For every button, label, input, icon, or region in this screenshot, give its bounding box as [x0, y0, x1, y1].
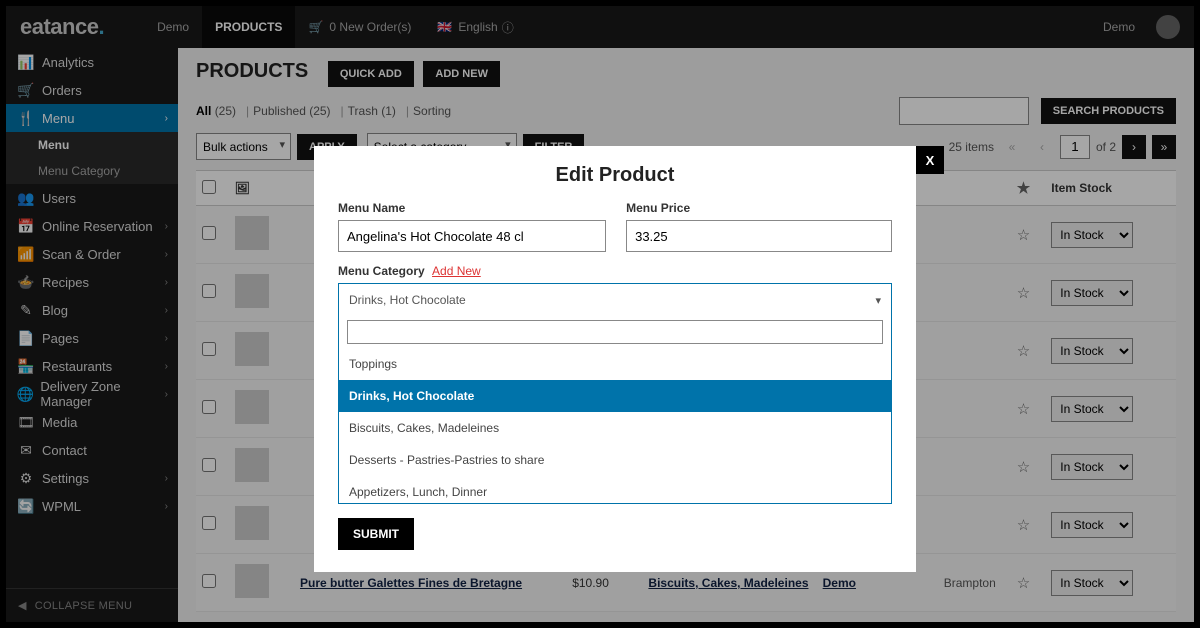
menu-name-label: Menu Name: [338, 201, 606, 215]
modal-title: Edit Product: [338, 164, 892, 187]
category-option[interactable]: Biscuits, Cakes, Madeleines: [339, 412, 891, 444]
submit-button[interactable]: SUBMIT: [338, 518, 414, 550]
menu-category-label: Menu Category Add New: [338, 264, 892, 278]
edit-product-modal: X Edit Product Menu Name Menu Price Menu…: [314, 146, 916, 572]
add-new-category-link[interactable]: Add New: [432, 264, 481, 278]
category-combobox-head[interactable]: Drinks, Hot Chocolate▾: [339, 284, 891, 316]
category-option[interactable]: Toppings: [339, 348, 891, 380]
menu-name-input[interactable]: [338, 220, 606, 252]
category-combobox[interactable]: Drinks, Hot Chocolate▾ ToppingsDrinks, H…: [338, 283, 892, 504]
category-option[interactable]: Appetizers, Lunch, Dinner: [339, 476, 891, 503]
category-option[interactable]: Desserts - Pastries-Pastries to share: [339, 444, 891, 476]
menu-price-input[interactable]: [626, 220, 892, 252]
modal-close-button[interactable]: X: [916, 146, 944, 174]
category-combobox-list: ToppingsDrinks, Hot ChocolateBiscuits, C…: [339, 348, 891, 503]
category-option[interactable]: Drinks, Hot Chocolate: [339, 380, 891, 412]
chevron-down-icon: ▾: [875, 294, 881, 307]
menu-price-label: Menu Price: [626, 201, 892, 215]
category-combobox-search[interactable]: [347, 320, 883, 344]
